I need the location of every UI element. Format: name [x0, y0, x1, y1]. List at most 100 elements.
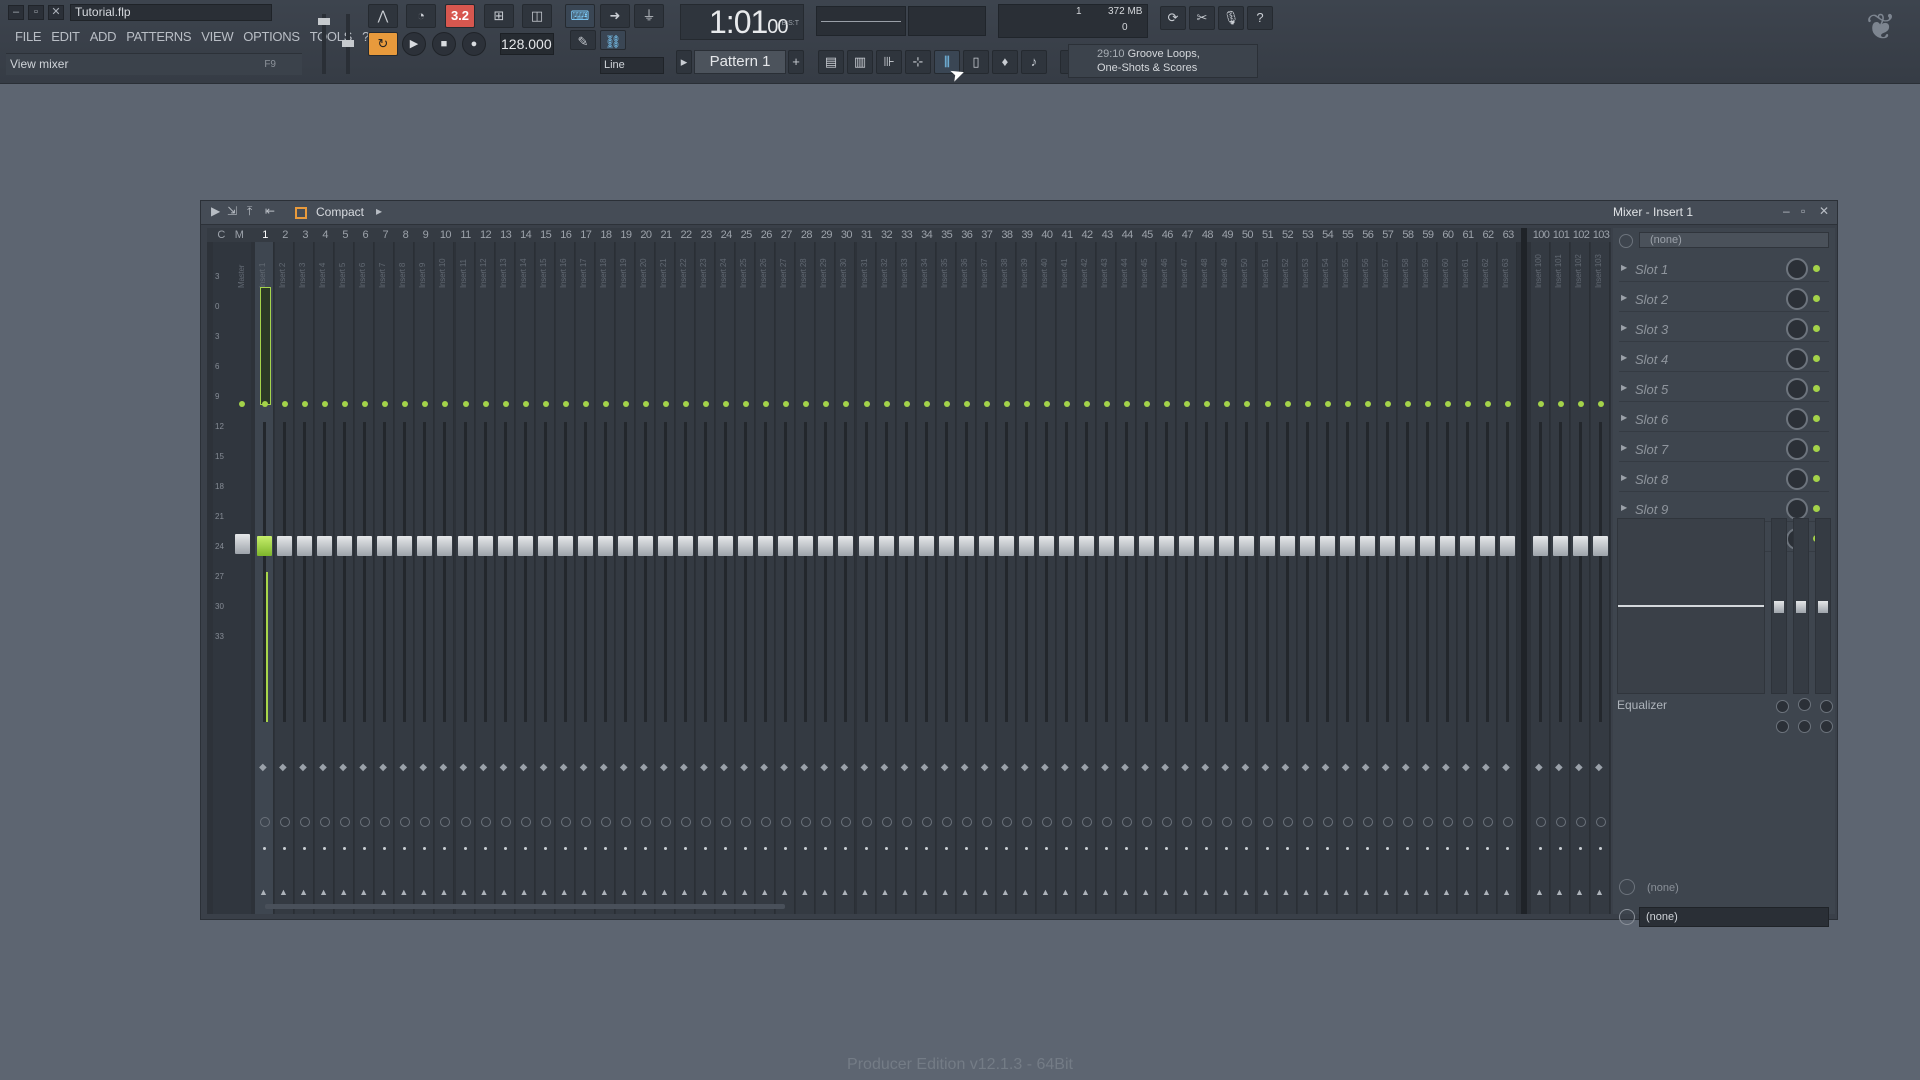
- insert-track-16[interactable]: Insert 16 ◆ ▲: [555, 242, 575, 914]
- eq-bw-knob-3[interactable]: [1820, 720, 1833, 733]
- volume-fader[interactable]: [858, 536, 874, 556]
- track-enable-led[interactable]: [462, 401, 469, 407]
- stereo-separation-icon[interactable]: ◆: [1001, 762, 1009, 773]
- stereo-separation-icon[interactable]: ◆: [1041, 762, 1049, 773]
- restore-button[interactable]: ▫: [28, 5, 44, 20]
- route-dot[interactable]: [283, 847, 287, 850]
- volume-fader[interactable]: [1553, 536, 1568, 556]
- stereo-separation-icon[interactable]: ◆: [1262, 762, 1270, 773]
- track-number[interactable]: 56: [1358, 228, 1378, 242]
- pan-knob[interactable]: [520, 817, 531, 827]
- route-dot[interactable]: [383, 847, 387, 850]
- volume-fader[interactable]: [257, 536, 272, 556]
- fx-slot-7[interactable]: ▶ Slot 7: [1619, 436, 1829, 462]
- insert-track-3[interactable]: Insert 3 ◆ ▲: [295, 242, 315, 914]
- stereo-separation-icon[interactable]: ◆: [1181, 762, 1189, 773]
- eq-freq-knob-3[interactable]: [1820, 700, 1833, 713]
- mixer-layout-arrow-icon[interactable]: ▸: [376, 204, 382, 218]
- track-enable-led[interactable]: [1538, 401, 1544, 407]
- pan-knob[interactable]: [580, 817, 591, 827]
- track-number[interactable]: 40: [1037, 228, 1057, 242]
- volume-fader[interactable]: [918, 536, 934, 556]
- pencil-icon[interactable]: ✎: [570, 30, 596, 50]
- route-dot[interactable]: [1539, 847, 1542, 850]
- stereo-separation-icon[interactable]: ◆: [680, 762, 688, 773]
- track-enable-led[interactable]: [763, 401, 770, 407]
- insert-track-102[interactable]: Insert 102 ◆ ▲: [1571, 242, 1590, 914]
- volume-fader[interactable]: [477, 536, 493, 556]
- track-enable-led[interactable]: [1324, 401, 1331, 407]
- volume-fader[interactable]: [1159, 536, 1175, 556]
- route-dot[interactable]: [1305, 847, 1309, 850]
- track-enable-led[interactable]: [1043, 401, 1050, 407]
- stereo-separation-icon[interactable]: ◆: [901, 762, 909, 773]
- track-number[interactable]: 37: [977, 228, 997, 242]
- stereo-separation-icon[interactable]: ◆: [1422, 762, 1430, 773]
- slot-enable-led[interactable]: [1813, 265, 1820, 272]
- insert-track-100[interactable]: Insert 100 ◆ ▲: [1531, 242, 1550, 914]
- stereo-separation-icon[interactable]: ◆: [1402, 762, 1410, 773]
- send-arrow-icon[interactable]: ▲: [580, 887, 589, 897]
- insert-track-43[interactable]: Insert 43 ◆ ▲: [1097, 242, 1117, 914]
- track-number[interactable]: 46: [1157, 228, 1177, 242]
- route-dot[interactable]: [463, 847, 467, 850]
- track-enable-led[interactable]: [943, 401, 950, 407]
- track-enable-led[interactable]: [282, 401, 289, 407]
- route-dot[interactable]: [984, 847, 988, 850]
- pan-knob[interactable]: [1422, 817, 1433, 827]
- track-number[interactable]: 30: [836, 228, 856, 242]
- slot-mix-knob[interactable]: [1786, 408, 1808, 430]
- route-dot[interactable]: [884, 847, 888, 850]
- insert-track-14[interactable]: Insert 14 ◆ ▲: [515, 242, 535, 914]
- insert-track-34[interactable]: Insert 34 ◆ ▲: [916, 242, 936, 914]
- track-number[interactable]: 9: [415, 228, 435, 242]
- volume-fader[interactable]: [1199, 536, 1215, 556]
- send-arrow-icon[interactable]: ▲: [921, 887, 930, 897]
- fx-slot-3[interactable]: ▶ Slot 3: [1619, 316, 1829, 342]
- pan-knob[interactable]: [661, 817, 671, 827]
- send-arrow-icon[interactable]: ▲: [760, 887, 769, 897]
- slot-expand-icon[interactable]: ▶: [1621, 353, 1627, 362]
- volume-fader[interactable]: [317, 536, 333, 556]
- track-enable-led[interactable]: [582, 401, 589, 407]
- touch-controller-icon[interactable]: ♪: [1021, 50, 1047, 74]
- pan-knob[interactable]: [1162, 817, 1173, 827]
- stereo-separation-icon[interactable]: ◆: [861, 762, 869, 773]
- track-enable-led[interactable]: [1505, 401, 1512, 407]
- track-enable-led[interactable]: [1124, 401, 1131, 407]
- insert-track-36[interactable]: Insert 36 ◆ ▲: [956, 242, 976, 914]
- slot-mix-knob[interactable]: [1786, 438, 1808, 460]
- news-panel[interactable]: 29:10 Groove Loops, One-Shots & Scores: [1068, 44, 1258, 78]
- track-number[interactable]: 3: [295, 228, 315, 242]
- slot-mix-knob[interactable]: [1786, 378, 1808, 400]
- track-number[interactable]: 16: [556, 228, 576, 242]
- audio-output-select[interactable]: (none): [1639, 907, 1829, 927]
- send-arrow-icon[interactable]: ▲: [1535, 887, 1544, 897]
- track-number[interactable]: 43: [1097, 228, 1117, 242]
- stereo-separation-icon[interactable]: ◆: [660, 762, 668, 773]
- slot-expand-icon[interactable]: ▶: [1621, 473, 1627, 482]
- pan-knob[interactable]: [821, 817, 832, 827]
- route-dot[interactable]: [924, 847, 928, 850]
- send-arrow-icon[interactable]: ▲: [500, 887, 509, 897]
- volume-fader[interactable]: [978, 536, 994, 556]
- insert-track-46[interactable]: Insert 46 ◆ ▲: [1157, 242, 1177, 914]
- volume-fader[interactable]: [658, 536, 673, 556]
- eq-band-low-handle[interactable]: [1774, 601, 1784, 613]
- stereo-separation-icon[interactable]: ◆: [259, 762, 267, 773]
- insert-track-61[interactable]: Insert 61 ◆ ▲: [1458, 242, 1477, 914]
- pan-knob[interactable]: [781, 817, 792, 827]
- send-arrow-icon[interactable]: ▲: [1302, 887, 1311, 897]
- volume-fader[interactable]: [1079, 536, 1095, 556]
- stereo-separation-icon[interactable]: ◆: [419, 762, 427, 773]
- mixer-link-icon[interactable]: ⇤: [265, 204, 275, 218]
- volume-fader[interactable]: [417, 536, 433, 556]
- track-number[interactable]: 58: [1398, 228, 1418, 242]
- audio-input-select[interactable]: (none): [1639, 232, 1829, 248]
- step-edit-icon[interactable]: ⊞: [484, 4, 514, 28]
- slot-mix-knob[interactable]: [1786, 258, 1808, 280]
- volume-fader[interactable]: [1460, 536, 1475, 556]
- pan-knob[interactable]: [420, 817, 431, 827]
- send-arrow-icon[interactable]: ▲: [419, 887, 428, 897]
- send-arrow-icon[interactable]: ▲: [279, 887, 288, 897]
